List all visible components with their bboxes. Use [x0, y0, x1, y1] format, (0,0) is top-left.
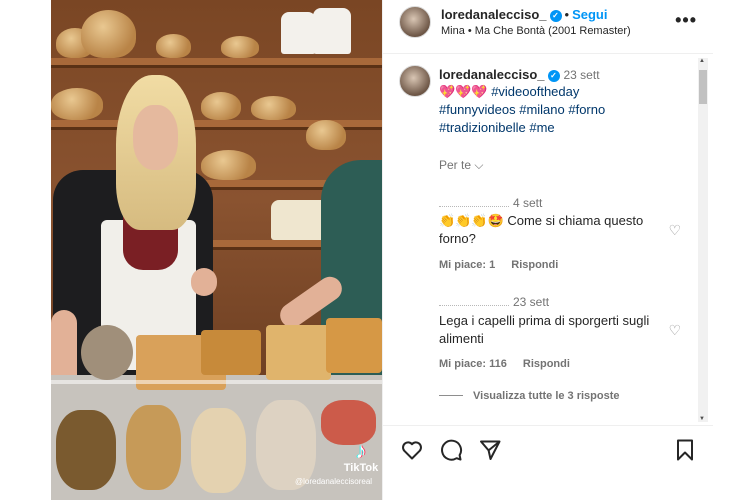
bread-loaf — [306, 120, 346, 150]
tiktok-icon: ♪ — [355, 438, 367, 463]
bread-loaf — [51, 88, 103, 120]
post-media[interactable]: ♪ TikTok @loredanaleccisoreal — [51, 0, 382, 500]
header-user-line: loredanalecciso_ ✓ • Segui — [441, 7, 607, 22]
avatar[interactable] — [399, 6, 431, 38]
pastries — [191, 408, 246, 493]
more-options-button[interactable]: ••• — [675, 10, 697, 31]
comment-username-blurred — [439, 199, 509, 207]
pastry-tray — [326, 318, 382, 373]
comment-username-blurred — [439, 298, 509, 306]
caption-avatar[interactable] — [399, 65, 431, 97]
hearts-emoji: 💖💖💖 — [439, 84, 488, 99]
scroll-down-icon[interactable]: ▼ — [699, 416, 705, 422]
comment-time: 23 sett — [513, 295, 550, 309]
scroll-up-icon[interactable]: ▲ — [699, 58, 705, 64]
reply-button[interactable]: Rispondi — [523, 358, 570, 370]
header-username[interactable]: loredanalecciso_ — [441, 7, 547, 22]
share-icon[interactable] — [478, 438, 502, 462]
comment-text: 👏👏👏🤩 Come si chiama questo forno? — [439, 213, 644, 246]
tiktok-brand: TikTok — [343, 462, 379, 474]
view-replies-button[interactable]: Visualizza tutte le 3 risposte — [439, 390, 620, 402]
chevron-down-icon: ⌵ — [474, 158, 484, 172]
comment-header: 23 sett — [439, 295, 549, 309]
scrollbar[interactable]: ▲ ▼ — [698, 58, 708, 422]
comment-sort-dropdown[interactable]: Per te ⌵ — [439, 158, 483, 173]
tiktok-watermark: ♪ TikTok — [343, 438, 379, 475]
comment-header: 4 sett — [439, 196, 542, 210]
caption-time: 23 sett — [563, 68, 600, 82]
comment-meta: Mi piace: 1 Rispondi — [439, 259, 574, 271]
audio-track[interactable]: Mina • Ma Che Bontà (2001 Remaster) — [441, 25, 631, 37]
separator-dot: • — [564, 7, 570, 22]
hashtag-link[interactable]: #videooftheday — [491, 84, 579, 99]
reply-button[interactable]: Rispondi — [511, 259, 558, 271]
heart-icon[interactable] — [400, 438, 424, 462]
pastries — [56, 410, 116, 490]
follow-button[interactable]: Segui — [572, 7, 607, 22]
scroll-thumb[interactable] — [699, 70, 707, 104]
sort-label: Per te — [439, 158, 472, 172]
post-header: loredanalecciso_ ✓ • Segui Mina • Ma Che Bo… — [383, 0, 713, 54]
comment-icon[interactable] — [439, 438, 463, 462]
glass-edge — [51, 380, 382, 384]
pastry-tray — [81, 325, 133, 380]
comment-likes[interactable]: Mi piace: 1 — [439, 259, 495, 271]
comment-time: 4 sett — [513, 196, 543, 210]
paper-bag — [281, 12, 316, 54]
caption-username[interactable]: loredanalecciso_ — [439, 67, 545, 82]
pastry-tray — [201, 330, 261, 375]
comments-scroll-area[interactable]: loredanalecciso_ ✓ 23 sett 💖💖💖 #videoofthe… — [383, 55, 713, 425]
comment-meta: Mi piace: 116 Rispondi — [439, 358, 586, 370]
bread-loaf — [81, 10, 136, 58]
pastries — [321, 400, 376, 445]
tiktok-username: @loredanaleccisoreal — [295, 477, 373, 486]
face — [133, 105, 178, 170]
caption-line-2[interactable]: #funnyvideos #milano #forno — [439, 102, 605, 117]
action-bar — [383, 425, 713, 475]
heart-icon[interactable]: ♡ — [668, 222, 681, 239]
person-hand — [191, 268, 217, 296]
replies-line — [439, 395, 463, 396]
pastry-tray — [266, 325, 331, 380]
comment-text: Lega i capelli prima di sporgerti sugli … — [439, 313, 650, 346]
comment-likes[interactable]: Mi piace: 116 — [439, 358, 507, 370]
caption-line-1: 💖💖💖 #videooftheday — [439, 84, 579, 100]
bread-loaf — [156, 34, 191, 58]
verified-icon: ✓ — [549, 10, 562, 22]
bread-loaf — [221, 36, 259, 58]
caption-header: loredanalecciso_ ✓ 23 sett — [439, 67, 600, 82]
bread-loaf — [251, 96, 296, 120]
verified-icon: ✓ — [547, 70, 560, 82]
shelf — [51, 58, 382, 68]
heart-icon[interactable]: ♡ — [668, 322, 681, 339]
bread-loaf — [201, 92, 241, 120]
post-side-panel: loredanalecciso_ ✓ • Segui Mina • Ma Che Bo… — [382, 0, 713, 500]
pastries — [126, 405, 181, 490]
bread-loaf — [201, 150, 256, 180]
paper-bag — [313, 8, 351, 54]
caption-line-3[interactable]: #tradizionibelle #me — [439, 120, 555, 135]
bookmark-icon[interactable] — [674, 438, 696, 462]
view-replies-label: Visualizza tutte le 3 risposte — [473, 390, 620, 402]
